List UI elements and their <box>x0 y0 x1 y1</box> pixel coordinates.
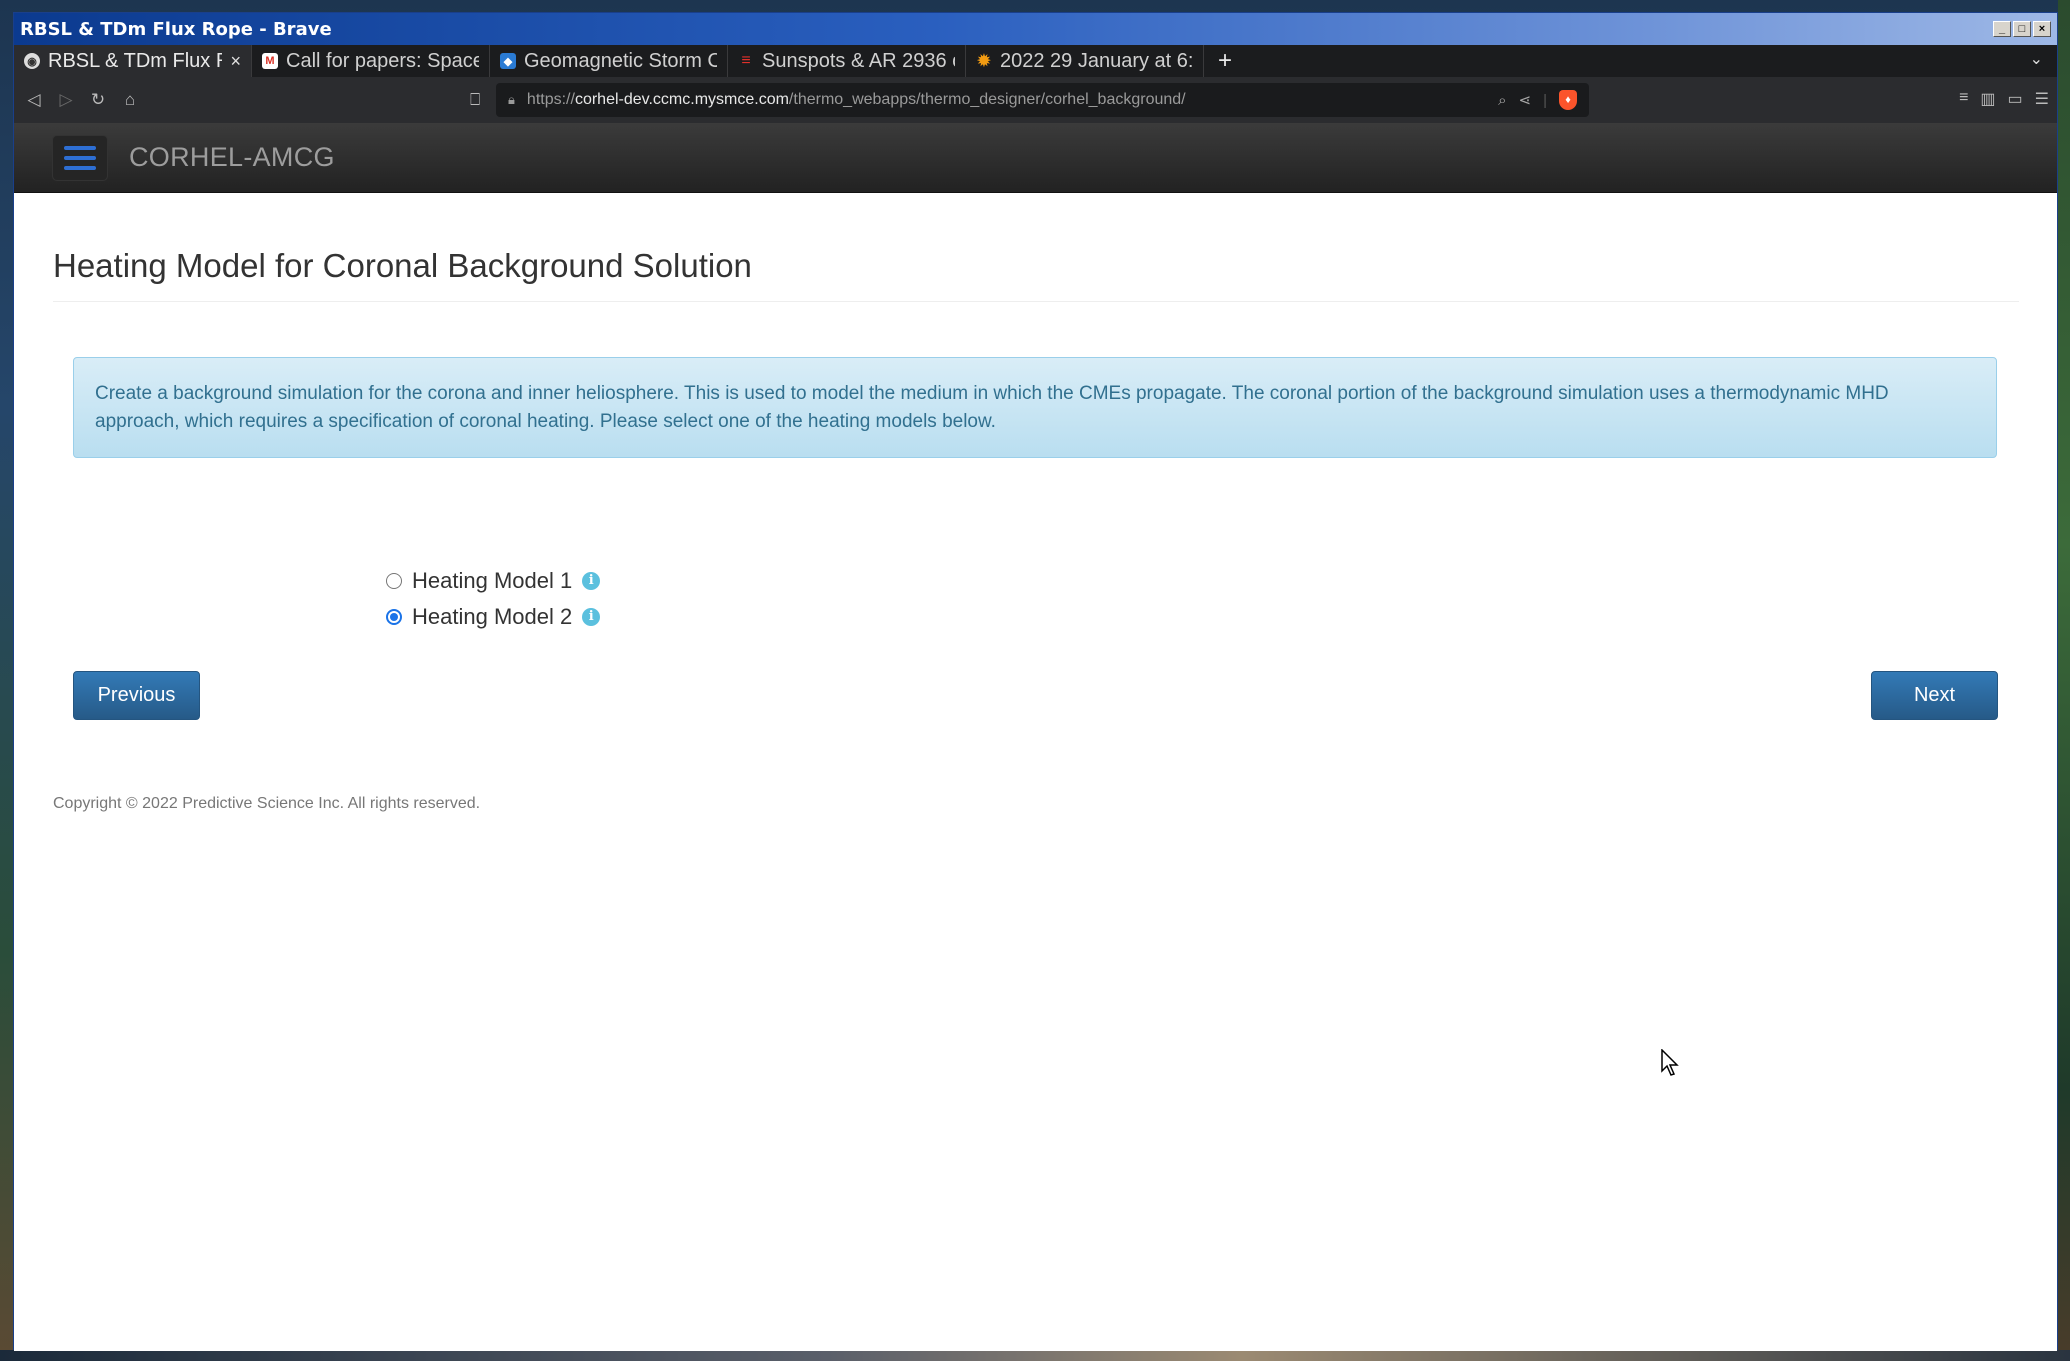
tab-label: Geomagnetic Storm C <box>524 49 717 72</box>
tab-label: RBSL & TDm Flux R <box>48 49 223 72</box>
desktop-background-bottom <box>0 1350 2070 1361</box>
toolbar-right: ≡ ▥ ▭ ☰ <box>1959 89 2049 109</box>
hamburger-bar <box>64 165 96 170</box>
window-controls: _ □ × <box>1993 21 2051 37</box>
desktop-background-edge <box>2058 0 2070 1361</box>
heating-model-1-label[interactable]: Heating Model 1 <box>412 568 572 594</box>
browser-toolbar: ◁ ▷ ↻ ⌂ ⎕ 🔒︎ https://corhel-dev.ccmc.mys… <box>14 77 2057 123</box>
reload-icon[interactable]: ↻ <box>82 90 114 110</box>
maximize-icon[interactable]: □ <box>2013 21 2031 37</box>
home-icon[interactable]: ⌂ <box>114 90 146 110</box>
web-page: CORHEL-AMCG Heating Model for Coronal Ba… <box>14 123 2057 1351</box>
tab-label: 2022 29 January at 6:3 <box>1000 49 1193 72</box>
app-navbar: CORHEL-AMCG <box>14 123 2057 193</box>
tab-close-icon[interactable]: × <box>230 51 241 72</box>
tab-list-chevron-icon[interactable]: ⌄ <box>2030 49 2043 69</box>
heating-model-2-option[interactable]: Heating Model 2 i <box>386 599 601 635</box>
hamburger-bar <box>64 155 96 160</box>
tab-2022-january[interactable]: ✹ 2022 29 January at 6:3 <box>966 45 1204 77</box>
mouse-cursor-icon <box>1661 1049 1679 1076</box>
window-title: RBSL & TDm Flux Rope - Brave <box>20 18 332 40</box>
sun-icon: ✹ <box>977 53 991 70</box>
url-scheme: https:// <box>526 91 575 108</box>
tab-rbsl[interactable]: ◉ RBSL & TDm Flux R × <box>14 45 252 77</box>
url-host: corhel-dev.ccmc.mysmce.com <box>574 91 789 108</box>
page-title: Heating Model for Coronal Background Sol… <box>53 247 752 284</box>
hamburger-bar <box>64 145 96 150</box>
close-icon[interactable]: × <box>2033 21 2051 37</box>
tab-sunspots[interactable]: ≡ Sunspots & AR 2936 o <box>728 45 966 77</box>
heating-model-1-radio[interactable] <box>386 573 402 589</box>
tab-label: Call for papers: Space <box>286 49 479 72</box>
playlist-icon[interactable]: ≡ <box>1959 89 1968 109</box>
site-icon: ◉ <box>24 53 40 69</box>
info-icon[interactable]: i <box>582 608 601 626</box>
url-text[interactable]: https://corhel-dev.ccmc.mysmce.com/therm… <box>527 91 1486 109</box>
share-icon[interactable]: ⋖ <box>1519 91 1532 109</box>
gmail-icon: M <box>262 53 278 69</box>
new-tab-button[interactable]: + <box>1204 45 1246 77</box>
tab-label: Sunspots & AR 2936 o <box>762 49 955 72</box>
noaa-icon: ◆ <box>500 53 516 69</box>
footer-copyright: Copyright © 2022 Predictive Science Inc.… <box>53 795 481 812</box>
lock-icon: 🔒︎ <box>508 92 515 107</box>
heating-model-options: Heating Model 1 i Heating Model 2 i <box>386 563 601 635</box>
address-bar[interactable]: 🔒︎ https://corhel-dev.ccmc.mysmce.com/th… <box>496 83 1589 117</box>
heating-model-2-label[interactable]: Heating Model 2 <box>412 604 572 630</box>
heating-model-2-radio[interactable] <box>386 609 402 625</box>
info-alert: Create a background simulation for the c… <box>73 357 1997 458</box>
wallet-icon[interactable]: ▭ <box>2008 89 2023 109</box>
minimize-icon[interactable]: _ <box>1993 21 2011 37</box>
back-icon[interactable]: ◁ <box>18 90 50 110</box>
app-brand[interactable]: CORHEL-AMCG <box>129 142 335 173</box>
forward-icon[interactable]: ▷ <box>50 90 82 110</box>
brave-shields-icon[interactable]: ♦ <box>1559 90 1577 110</box>
tab-geomagnetic-storm[interactable]: ◆ Geomagnetic Storm C <box>490 45 728 77</box>
previous-button[interactable]: Previous <box>73 671 200 720</box>
next-button[interactable]: Next <box>1871 671 1998 720</box>
sunspots-icon: ≡ <box>741 52 751 69</box>
window-titlebar[interactable]: RBSL & TDm Flux Rope - Brave _ □ × <box>14 13 2057 45</box>
menu-icon[interactable]: ☰ <box>2035 89 2049 109</box>
zoom-icon[interactable]: ⌕ <box>1498 92 1506 109</box>
url-path: /thermo_webapps/thermo_designer/corhel_b… <box>788 91 1186 108</box>
tab-call-for-papers[interactable]: M Call for papers: Space <box>252 45 490 77</box>
hamburger-menu-button[interactable] <box>52 134 108 181</box>
info-icon[interactable]: i <box>582 572 601 590</box>
title-divider <box>53 301 2019 302</box>
browser-window: RBSL & TDm Flux Rope - Brave _ □ × ◉ RBS… <box>13 12 2058 1351</box>
heating-model-1-option[interactable]: Heating Model 1 i <box>386 563 601 599</box>
separator: | <box>1543 91 1547 109</box>
bookmark-icon[interactable]: ⎕ <box>470 90 480 110</box>
tab-strip: ◉ RBSL & TDm Flux R × M Call for papers:… <box>14 45 2057 77</box>
sidebar-icon[interactable]: ▥ <box>1980 89 1995 109</box>
